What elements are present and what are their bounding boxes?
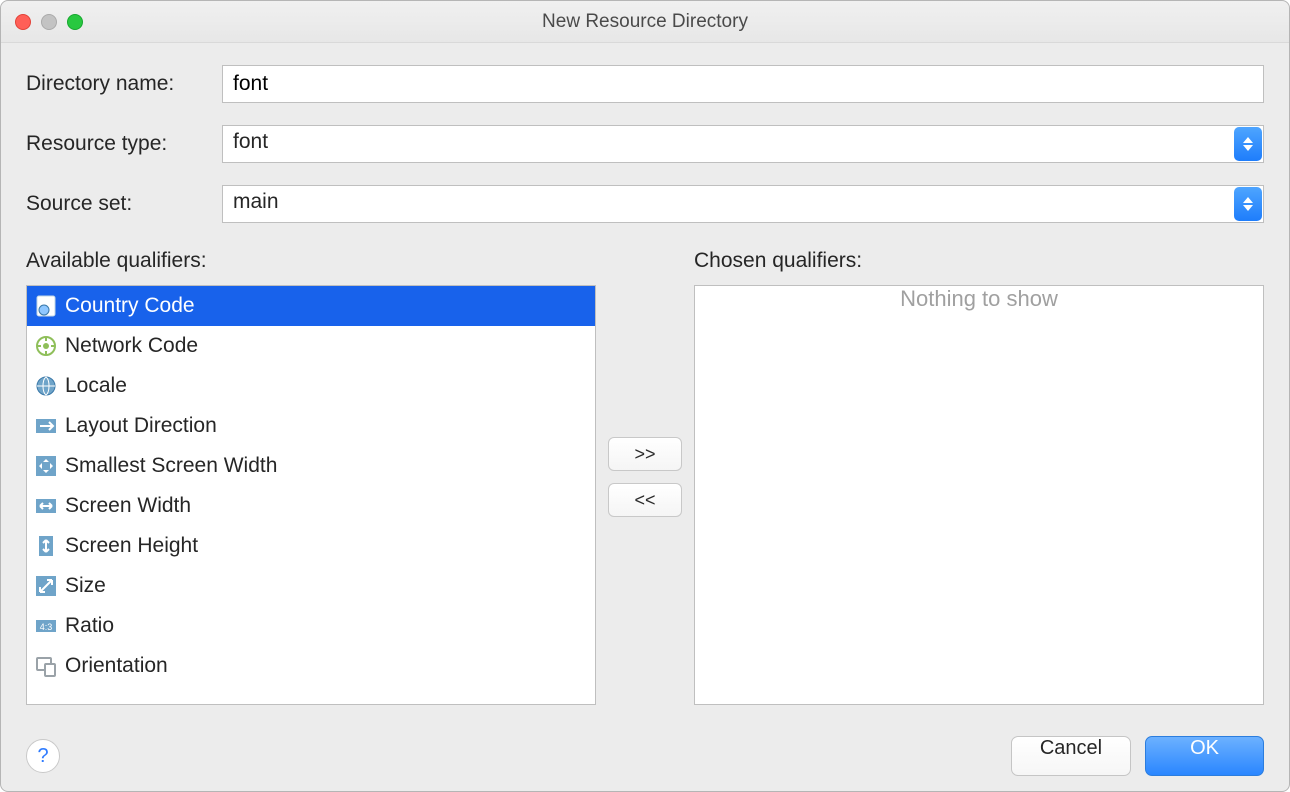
- list-item-label: Orientation: [65, 654, 168, 678]
- list-item-label: Locale: [65, 374, 127, 398]
- list-item-label: Size: [65, 574, 106, 598]
- globe-icon: [35, 375, 57, 397]
- list-item[interactable]: Smallest Screen Width: [27, 446, 595, 486]
- list-item-label: Ratio: [65, 614, 114, 638]
- cancel-button[interactable]: Cancel: [1011, 736, 1131, 776]
- directory-name-row: Directory name:: [26, 65, 1264, 103]
- svg-text:4:3: 4:3: [40, 622, 53, 632]
- resource-type-row: Resource type: font: [26, 125, 1264, 163]
- list-item[interactable]: Locale: [27, 366, 595, 406]
- list-item[interactable]: Orientation: [27, 646, 595, 686]
- dialog-content: Directory name: Resource type: font Sour…: [1, 43, 1289, 727]
- add-qualifier-button[interactable]: >>: [608, 437, 682, 471]
- list-item[interactable]: 4:3 Ratio: [27, 606, 595, 646]
- dialog-footer: ? Cancel OK: [1, 727, 1289, 791]
- directory-name-input[interactable]: [222, 65, 1264, 103]
- direction-icon: [35, 415, 57, 437]
- network-icon: [35, 335, 57, 357]
- list-item-label: Screen Width: [65, 494, 191, 518]
- chosen-empty-text: Nothing to show: [695, 286, 1263, 312]
- available-qualifiers-label: Available qualifiers:: [26, 249, 596, 273]
- list-item-label: Country Code: [65, 294, 195, 318]
- directory-name-label: Directory name:: [26, 72, 222, 96]
- source-set-label: Source set:: [26, 192, 222, 216]
- list-item[interactable]: Network Code: [27, 326, 595, 366]
- available-qualifiers-col: Available qualifiers: Country Code Networ…: [26, 249, 596, 705]
- list-item[interactable]: Screen Height: [27, 526, 595, 566]
- vresize-icon: [35, 535, 57, 557]
- transfer-buttons-col: >> <<: [596, 249, 694, 705]
- list-item[interactable]: Size: [27, 566, 595, 606]
- resource-type-select[interactable]: font: [222, 125, 1264, 163]
- ok-button[interactable]: OK: [1145, 736, 1264, 776]
- hresize-icon: [35, 495, 57, 517]
- diag-icon: [35, 575, 57, 597]
- globe-page-icon: [35, 295, 57, 317]
- list-item[interactable]: Layout Direction: [27, 406, 595, 446]
- dialog-window: New Resource Directory Directory name: R…: [0, 0, 1290, 792]
- ratio-icon: 4:3: [35, 615, 57, 637]
- list-item-label: Network Code: [65, 334, 198, 358]
- list-item-label: Layout Direction: [65, 414, 217, 438]
- available-qualifiers-list[interactable]: Country Code Network Code Locale Layout Dir…: [26, 285, 596, 705]
- chosen-qualifiers-label: Chosen qualifiers:: [694, 249, 1264, 273]
- source-set-value: main: [222, 185, 1264, 223]
- qualifiers-row: Available qualifiers: Country Code Networ…: [26, 249, 1264, 705]
- resource-type-label: Resource type:: [26, 132, 222, 156]
- titlebar: New Resource Directory: [1, 1, 1289, 43]
- list-item-label: Smallest Screen Width: [65, 454, 277, 478]
- resource-type-value: font: [222, 125, 1264, 163]
- remove-qualifier-button[interactable]: <<: [608, 483, 682, 517]
- list-item-label: Screen Height: [65, 534, 198, 558]
- list-item[interactable]: Country Code: [27, 286, 595, 326]
- device-icon: [35, 655, 57, 677]
- list-item[interactable]: Screen Width: [27, 486, 595, 526]
- chosen-qualifiers-list[interactable]: Nothing to show: [694, 285, 1264, 705]
- source-set-row: Source set: main: [26, 185, 1264, 223]
- source-set-select[interactable]: main: [222, 185, 1264, 223]
- window-title: New Resource Directory: [1, 11, 1289, 33]
- help-button[interactable]: ?: [26, 739, 60, 773]
- chosen-qualifiers-col: Chosen qualifiers: Nothing to show: [694, 249, 1264, 705]
- expand-icon: [35, 455, 57, 477]
